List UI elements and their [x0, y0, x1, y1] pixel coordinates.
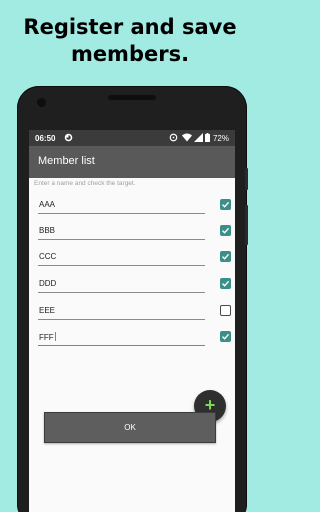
member-checkbox[interactable] [220, 251, 231, 262]
member-row: DDD [29, 272, 235, 296]
app-screen: 06:50 72% Member list Enter a name and c… [29, 130, 235, 512]
app-bar-title: Member list [38, 155, 95, 167]
member-name-input[interactable]: EEE [38, 302, 205, 320]
check-icon [222, 201, 230, 208]
phone-camera [37, 98, 46, 107]
ok-button[interactable]: OK [44, 412, 216, 443]
member-name-input[interactable]: BBB [38, 222, 205, 240]
phone-speaker [108, 95, 156, 100]
data-saver-icon [169, 133, 178, 144]
member-row: FFF [29, 325, 235, 349]
wifi-icon [182, 133, 192, 144]
check-icon [222, 333, 230, 340]
member-row: AAA [29, 193, 235, 217]
promo-headline-line1: Register and save [23, 15, 237, 39]
volume-button [245, 205, 248, 245]
member-row: BBB [29, 219, 235, 243]
member-checkbox[interactable] [220, 331, 231, 342]
member-checkbox[interactable] [220, 199, 231, 210]
status-bar: 06:50 72% [29, 130, 235, 146]
promo-headline-line2: members. [70, 42, 190, 66]
member-checkbox[interactable] [220, 225, 231, 236]
member-name-input[interactable]: AAA [38, 196, 205, 214]
member-name-input[interactable]: FFF [38, 328, 205, 346]
status-time: 06:50 [35, 134, 56, 143]
power-button [245, 168, 248, 190]
app-notification-icon [64, 133, 73, 144]
check-icon [222, 227, 230, 234]
promo-headline: Register and save members. [0, 14, 260, 68]
check-icon [222, 253, 230, 260]
text-cursor [54, 332, 56, 341]
member-checkbox[interactable] [220, 305, 231, 316]
member-name-input[interactable]: CCC [38, 248, 205, 266]
member-checkbox[interactable] [220, 278, 231, 289]
member-row: CCC [29, 245, 235, 269]
signal-icon [194, 133, 203, 144]
member-row: EEE [29, 299, 235, 323]
instruction-hint: Enter a name and check the target. [34, 180, 136, 187]
battery-percent: 72% [212, 134, 229, 143]
app-bar: Member list [29, 146, 235, 178]
check-icon [222, 280, 230, 287]
battery-icon [205, 133, 210, 144]
member-name-input[interactable]: DDD [38, 275, 205, 293]
